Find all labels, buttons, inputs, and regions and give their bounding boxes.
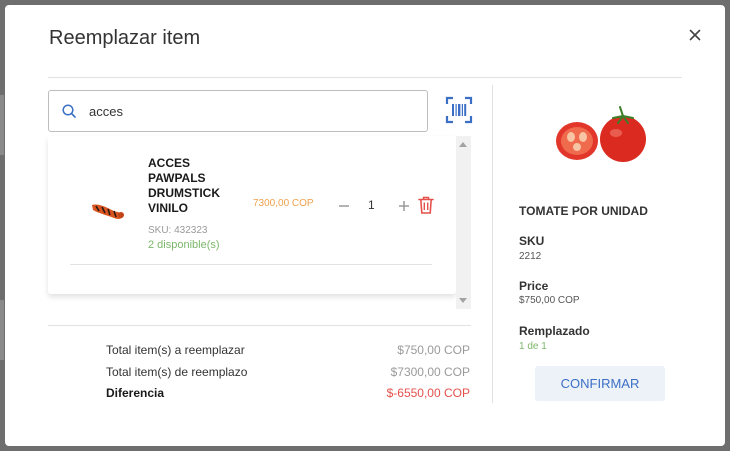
product-price: 7300,00 COP <box>253 198 314 209</box>
panel-divider <box>492 85 493 403</box>
total-replacement-value: $7300,00 COP <box>390 365 470 379</box>
replaced-value: 1 de 1 <box>519 341 547 352</box>
confirm-button[interactable]: CONFIRMAR <box>535 366 665 401</box>
search-icon <box>62 104 76 118</box>
totals-divider <box>48 325 471 326</box>
results-scrollbar[interactable] <box>456 136 471 309</box>
barcode-scan-icon[interactable] <box>445 96 473 124</box>
header-divider <box>48 77 682 78</box>
scroll-down-arrow-icon[interactable] <box>459 298 467 303</box>
row-divider <box>70 264 432 265</box>
product-image <box>92 204 124 219</box>
search-input[interactable] <box>89 103 389 119</box>
replace-item-modal: Reemplazar item ACCES PAWPALS DRUMSTICK … <box>5 5 725 446</box>
modal-title: Reemplazar item <box>49 27 201 49</box>
scroll-up-arrow-icon[interactable] <box>459 142 467 147</box>
product-name: ACCES PAWPALS DRUMSTICK VINILO <box>148 156 220 215</box>
replaced-label: Remplazado <box>519 324 590 338</box>
total-to-replace-value: $750,00 COP <box>397 343 470 357</box>
backdrop-shade <box>0 95 4 155</box>
search-results-list: ACCES PAWPALS DRUMSTICK VINILO SKU: 4323… <box>48 136 456 294</box>
difference-value: $-6550,00 COP <box>386 386 470 400</box>
search-field[interactable] <box>48 90 428 132</box>
trash-icon[interactable] <box>417 195 435 215</box>
original-product-name: TOMATE POR UNIDAD <box>519 204 648 218</box>
sku-label: SKU <box>519 234 545 248</box>
backdrop-shade <box>0 300 4 360</box>
difference-label: Diferencia <box>106 386 165 400</box>
quantity-value: 1 <box>368 198 375 212</box>
original-product-image <box>556 106 646 162</box>
price-label: Price <box>519 279 549 293</box>
sku-value: 2212 <box>519 251 542 262</box>
minus-icon[interactable] <box>337 199 351 213</box>
total-to-replace-label: Total item(s) a reemplazar <box>106 343 245 357</box>
total-replacement-label: Total item(s) de reemplazo <box>106 365 248 379</box>
product-sku: SKU: 432323 <box>148 225 208 236</box>
product-stock: 2 disponible(s) <box>148 239 220 251</box>
close-icon[interactable] <box>685 25 705 45</box>
price-value: $750,00 COP <box>519 295 580 306</box>
plus-icon[interactable] <box>397 199 411 213</box>
